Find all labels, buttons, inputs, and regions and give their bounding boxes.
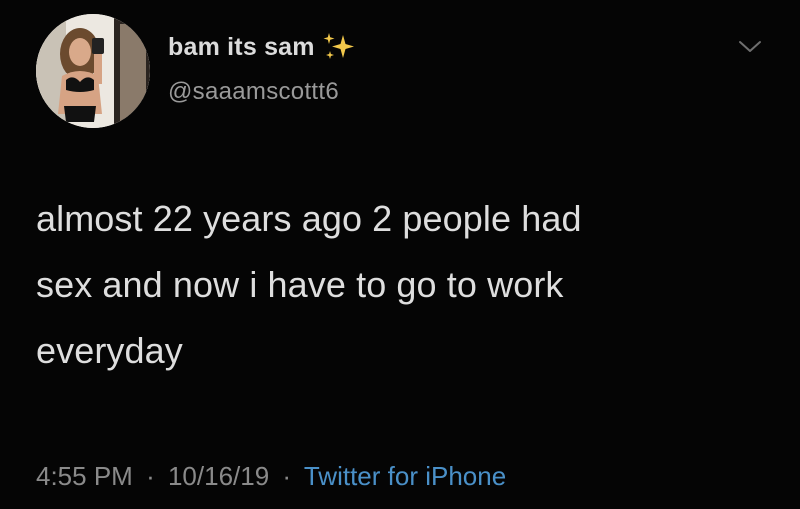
meta-separator: · [146, 461, 155, 491]
tweet-time[interactable]: 4:55 PM [36, 461, 133, 491]
sparkles-icon [321, 31, 355, 63]
tweet-meta: 4:55 PM · 10/16/19 · Twitter for iPhone [36, 461, 506, 492]
profile-photo-image [36, 14, 150, 128]
display-name[interactable]: bam its sam [168, 33, 315, 62]
author-row: bam its sam [168, 30, 355, 64]
meta-separator: · [282, 461, 292, 491]
avatar[interactable] [36, 14, 150, 128]
tweet-source-link[interactable]: Twitter for iPhone [304, 461, 506, 491]
chevron-down-icon[interactable] [737, 38, 763, 56]
tweet-date[interactable]: 10/16/19 [168, 461, 269, 491]
user-handle[interactable]: @saaamscottt6 [168, 78, 339, 106]
tweet-card: bam its sam @saaamscottt6 almost 22 year… [0, 0, 800, 509]
tweet-text: almost 22 years ago 2 people had sex and… [36, 198, 582, 371]
